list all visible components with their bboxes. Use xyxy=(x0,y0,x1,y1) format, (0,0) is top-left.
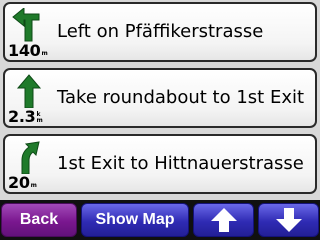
straight-arrow-icon xyxy=(16,74,42,108)
turn-distance: 20m xyxy=(8,173,37,192)
bottom-toolbar: Back Show Map xyxy=(0,200,320,240)
down-arrow-icon xyxy=(275,208,302,232)
turn-instruction: Left on Pfäffikerstrasse xyxy=(57,21,264,42)
back-button[interactable]: Back xyxy=(1,203,77,237)
turn-instruction: Take roundabout to 1st Exit xyxy=(57,87,305,108)
scroll-down-button[interactable] xyxy=(258,203,319,237)
up-arrow-icon xyxy=(210,208,237,232)
show-map-button[interactable]: Show Map xyxy=(81,203,189,237)
turn-item[interactable]: 20m 1st Exit to Hittnauerstrasse xyxy=(3,134,317,194)
turn-list: 140m Left on Pfäffikerstrasse 2.3k m Take… xyxy=(0,0,320,200)
turn-item[interactable]: 2.3k m Take roundabout to 1st Exit xyxy=(3,68,317,128)
turn-item[interactable]: 140m Left on Pfäffikerstrasse xyxy=(3,2,317,62)
bear-right-icon xyxy=(21,141,40,174)
turn-left-icon xyxy=(12,8,40,42)
turn-instruction: 1st Exit to Hittnauerstrasse xyxy=(57,153,304,174)
scroll-up-button[interactable] xyxy=(193,203,254,237)
turn-distance: 2.3k m xyxy=(8,107,43,126)
turn-distance: 140m xyxy=(8,41,48,60)
